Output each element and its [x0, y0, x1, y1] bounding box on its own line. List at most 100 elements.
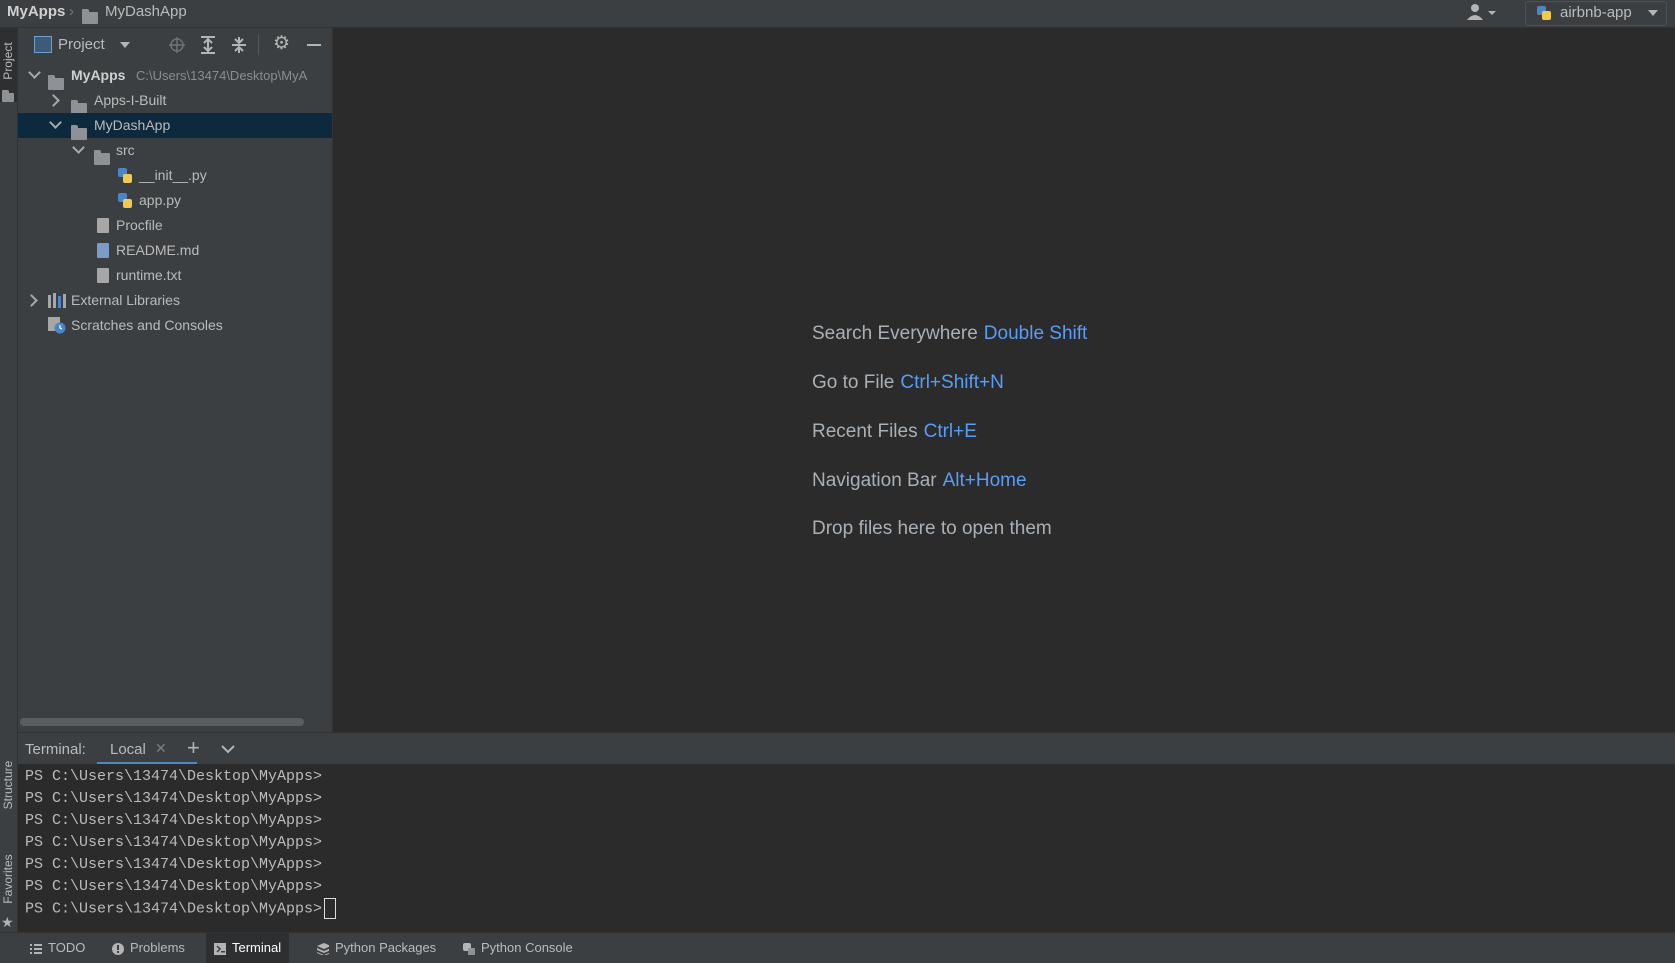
tab-label: Problems	[130, 940, 185, 955]
tree-item-src[interactable]: src	[18, 138, 332, 166]
terminal-line: PS C:\Users\13474\Desktop\MyApps>	[25, 834, 323, 851]
tree-item-label: runtime.txt	[116, 267, 182, 283]
hint-shortcut: Alt+Home	[942, 470, 1027, 491]
minimize-icon[interactable]	[307, 44, 321, 46]
breadcrumb-current[interactable]: MyDashApp	[105, 3, 187, 20]
hint-text: Drop files here to open them	[812, 518, 1052, 539]
tree-item-app-py[interactable]: app.py	[18, 188, 332, 213]
tab-terminal[interactable]: Terminal	[206, 933, 290, 963]
chevron-down-icon[interactable]	[28, 66, 41, 79]
project-panel-header: Project ⚙	[18, 28, 332, 61]
hint-text: Search Everywhere	[812, 323, 978, 344]
tree-item-label: Procfile	[116, 217, 163, 233]
favorites-tool-label: Favorites	[1, 854, 15, 904]
tree-item-myapps[interactable]: MyApps C:\Users\13474\Desktop\MyA	[18, 63, 332, 91]
chevron-right-icon[interactable]	[25, 294, 38, 307]
hint-shortcut: Ctrl+E	[923, 421, 977, 442]
chevron-right-icon[interactable]	[47, 94, 60, 107]
hint-drop-files: Drop files here to open them	[812, 518, 1052, 540]
hint-search-everywhere: Search Everywhere Double Shift	[812, 323, 1087, 345]
tab-label: Python Packages	[335, 940, 437, 955]
chevron-down-icon[interactable]	[221, 745, 235, 754]
terminal-prompt: PS C:\Users\13474\Desktop\MyApps>	[25, 900, 323, 918]
text-file-icon	[97, 218, 109, 233]
breadcrumb-root[interactable]: MyApps	[7, 3, 65, 20]
collapse-all-icon[interactable]	[231, 36, 247, 54]
hint-navigation-bar: Navigation Bar Alt+Home	[812, 470, 1027, 492]
add-terminal-icon[interactable]: +	[187, 735, 200, 761]
tree-item-external-libraries[interactable]: External Libraries	[18, 288, 332, 313]
tree-item-readme[interactable]: README.md	[18, 238, 332, 263]
tree-item-init-py[interactable]: __init__.py	[18, 163, 332, 188]
project-view-title[interactable]: Project	[58, 36, 105, 53]
tree-item-label: Scratches and Consoles	[71, 317, 223, 333]
terminal-line: PS C:\Users\13474\Desktop\MyApps>	[25, 790, 323, 807]
close-icon[interactable]: ✕	[155, 740, 167, 757]
hint-shortcut: Double Shift	[983, 323, 1088, 344]
tree-item-label: src	[116, 142, 135, 158]
packages-icon	[317, 942, 329, 955]
user-account-button[interactable]	[1466, 2, 1506, 24]
tree-item-label: External Libraries	[71, 292, 180, 308]
tree-item-apps-i-built[interactable]: Apps-I-Built	[18, 88, 332, 116]
locate-icon[interactable]	[168, 36, 186, 54]
horizontal-scrollbar[interactable]	[20, 718, 304, 726]
tree-item-label: app.py	[139, 192, 182, 208]
run-config-dropdown[interactable]: airbnb-app	[1525, 1, 1667, 26]
tree-item-label: Apps-I-Built	[94, 92, 167, 108]
tree-item-mydashapp[interactable]: MyDashApp	[18, 113, 332, 141]
structure-tool-button[interactable]: Structure	[0, 742, 17, 834]
tree-item-label: MyApps	[71, 67, 126, 83]
terminal-tab-label: Local	[110, 741, 146, 758]
info-icon	[112, 942, 124, 955]
tab-label: Python Console	[481, 940, 573, 955]
left-tool-stripe: Project Structure Favorites ★	[0, 28, 18, 932]
terminal-line: PS C:\Users\13474\Desktop\MyApps>	[25, 812, 323, 829]
tab-problems[interactable]: Problems	[104, 933, 193, 963]
hint-go-to-file: Go to File Ctrl+Shift+N	[812, 372, 1004, 394]
text-file-icon	[97, 268, 109, 283]
favorites-tool-button[interactable]: Favorites ★	[0, 840, 17, 930]
tree-item-label: __init__.py	[139, 167, 207, 183]
folder-icon	[82, 9, 98, 25]
terminal-line: PS C:\Users\13474\Desktop\MyApps>	[25, 768, 323, 785]
terminal-caret	[324, 898, 337, 919]
chevron-down-icon[interactable]	[120, 42, 130, 48]
terminal-line: PS C:\Users\13474\Desktop\MyApps>	[25, 878, 323, 895]
editor-empty-area[interactable]: Search Everywhere Double Shift Go to File…	[333, 28, 1675, 732]
user-icon	[1467, 4, 1496, 20]
markdown-file-icon	[97, 243, 109, 258]
hint-text: Recent Files	[812, 421, 918, 442]
terminal-tab-local[interactable]: Local ✕	[97, 733, 197, 765]
hint-shortcut: Ctrl+Shift+N	[900, 372, 1004, 393]
expand-all-icon[interactable]	[200, 36, 216, 54]
gear-icon[interactable]: ⚙	[273, 32, 290, 55]
run-config-label: airbnb-app	[1560, 4, 1632, 21]
python-file-icon	[118, 193, 132, 208]
hint-recent-files: Recent Files Ctrl+E	[812, 421, 977, 443]
chevron-down-icon[interactable]	[49, 116, 62, 129]
project-view-icon	[34, 36, 52, 53]
python-icon	[463, 942, 475, 955]
star-icon: ★	[1, 914, 14, 930]
terminal-output[interactable]: PS C:\Users\13474\Desktop\MyApps> PS C:\…	[18, 764, 1675, 931]
list-icon	[30, 943, 42, 954]
toolbar-divider	[258, 35, 259, 55]
terminal-line: PS C:\Users\13474\Desktop\MyApps>	[25, 856, 323, 873]
breadcrumb-separator: ›	[69, 3, 74, 20]
tab-python-console[interactable]: Python Console	[455, 933, 581, 963]
tab-python-packages[interactable]: Python Packages	[309, 933, 444, 963]
project-panel: Project ⚙ MyApps C:\Users\13474\Desktop\…	[18, 28, 333, 732]
tree-item-runtime-txt[interactable]: runtime.txt	[18, 263, 332, 288]
terminal-prompt-line[interactable]: PS C:\Users\13474\Desktop\MyApps>	[25, 898, 337, 920]
tab-label: TODO	[48, 940, 86, 955]
scratches-icon	[48, 317, 66, 334]
bottom-tool-bar: TODO Problems Terminal Python Packages P…	[0, 932, 1675, 963]
chevron-down-icon[interactable]	[72, 141, 85, 154]
hint-text: Navigation Bar	[812, 470, 937, 491]
tab-todo[interactable]: TODO	[22, 933, 93, 963]
tree-item-label: README.md	[116, 242, 200, 258]
chevron-down-icon	[1648, 10, 1658, 16]
tree-item-procfile[interactable]: Procfile	[18, 213, 332, 238]
tree-item-scratches[interactable]: Scratches and Consoles	[18, 313, 332, 338]
